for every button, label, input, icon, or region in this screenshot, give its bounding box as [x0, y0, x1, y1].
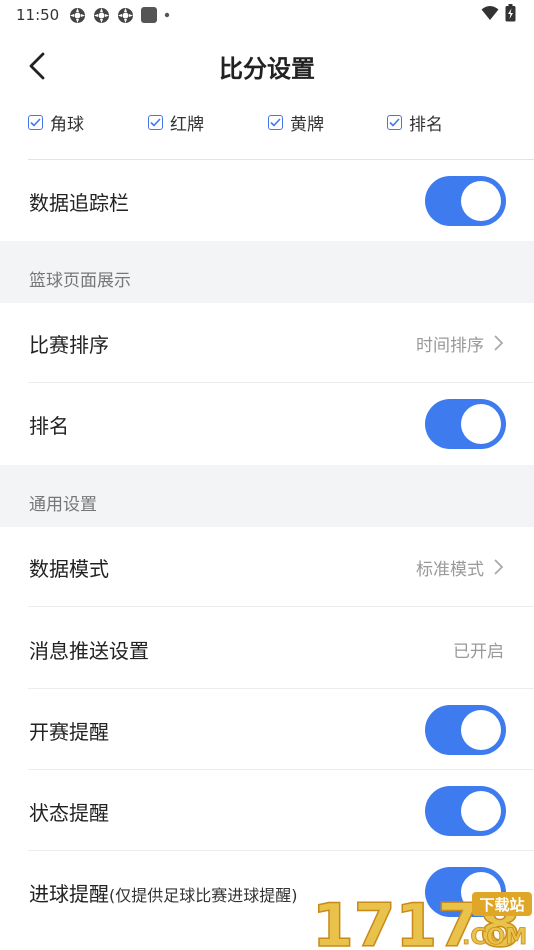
- checkbox-red-card[interactable]: 红牌: [148, 110, 204, 135]
- wifi-icon: [481, 6, 499, 20]
- row-label: 开赛提醒: [29, 719, 109, 744]
- app-notification-icon: [70, 7, 86, 23]
- checkbox-corner[interactable]: 角球: [28, 110, 84, 135]
- toggle-knob: [461, 181, 501, 221]
- row-label: 数据追踪栏: [29, 190, 129, 215]
- divider: [28, 159, 534, 160]
- status-reminder-toggle[interactable]: [425, 786, 506, 836]
- status-time: 11:50: [16, 6, 60, 24]
- toggle-knob: [461, 710, 501, 750]
- status-bar: 11:50: [0, 0, 534, 30]
- row-goal-reminder: 进球提醒(仅提供足球比赛进球提醒): [0, 852, 534, 932]
- row-label: 进球提醒(仅提供足球比赛进球提醒): [29, 881, 298, 906]
- chevron-right-icon: [494, 559, 504, 575]
- row-data-tracker: 数据追踪栏: [0, 161, 534, 241]
- app-notification-icon: [118, 7, 134, 23]
- battery-icon: [505, 4, 516, 22]
- row-label: 数据模式: [29, 556, 109, 581]
- toggle-knob: [461, 791, 501, 831]
- chevron-right-icon: [494, 335, 504, 351]
- page-title: 比分设置: [219, 54, 315, 83]
- divider: [28, 606, 534, 607]
- row-match-sort[interactable]: 比赛排序 时间排序: [0, 303, 534, 383]
- back-arrow-icon[interactable]: [22, 50, 54, 82]
- row-value: 已开启: [453, 641, 504, 662]
- checkbox-checked-icon: [148, 115, 163, 130]
- divider: [28, 850, 534, 851]
- row-label: 排名: [29, 413, 69, 438]
- checkbox-checked-icon: [268, 115, 283, 130]
- match-start-reminder-toggle[interactable]: [425, 705, 506, 755]
- dot-icon: [165, 12, 170, 18]
- section-header-general: 通用设置: [0, 465, 534, 527]
- divider: [28, 382, 534, 383]
- row-value: 标准模式: [416, 559, 484, 580]
- row-value: 时间排序: [416, 335, 484, 356]
- ranking-toggle[interactable]: [425, 399, 506, 449]
- row-data-mode[interactable]: 数据模式 标准模式: [0, 527, 534, 607]
- divider: [28, 769, 534, 770]
- row-label: 状态提醒: [29, 800, 109, 825]
- divider: [28, 688, 534, 689]
- section-header-basketball: 篮球页面展示: [0, 241, 534, 303]
- row-push-settings[interactable]: 消息推送设置 已开启: [0, 609, 534, 689]
- row-ranking: 排名: [0, 384, 534, 464]
- goal-reminder-toggle[interactable]: [425, 867, 506, 917]
- checkbox-checked-icon: [387, 115, 402, 130]
- row-label: 消息推送设置: [29, 638, 149, 663]
- checkbox-checked-icon: [28, 115, 43, 130]
- toggle-knob: [461, 404, 501, 444]
- row-match-start-reminder: 开赛提醒: [0, 690, 534, 770]
- toggle-knob: [461, 872, 501, 912]
- data-tracker-toggle[interactable]: [425, 176, 506, 226]
- row-status-reminder: 状态提醒: [0, 771, 534, 851]
- checkbox-ranking[interactable]: 排名: [387, 110, 443, 135]
- row-label: 比赛排序: [29, 332, 109, 357]
- app-notification-icon: [94, 7, 110, 23]
- square-app-icon: [141, 7, 158, 23]
- filter-checkboxes: 角球 红牌 黄牌 排名: [0, 102, 534, 142]
- checkbox-yellow-card[interactable]: 黄牌: [268, 110, 324, 135]
- app-header: 比分设置: [0, 38, 534, 94]
